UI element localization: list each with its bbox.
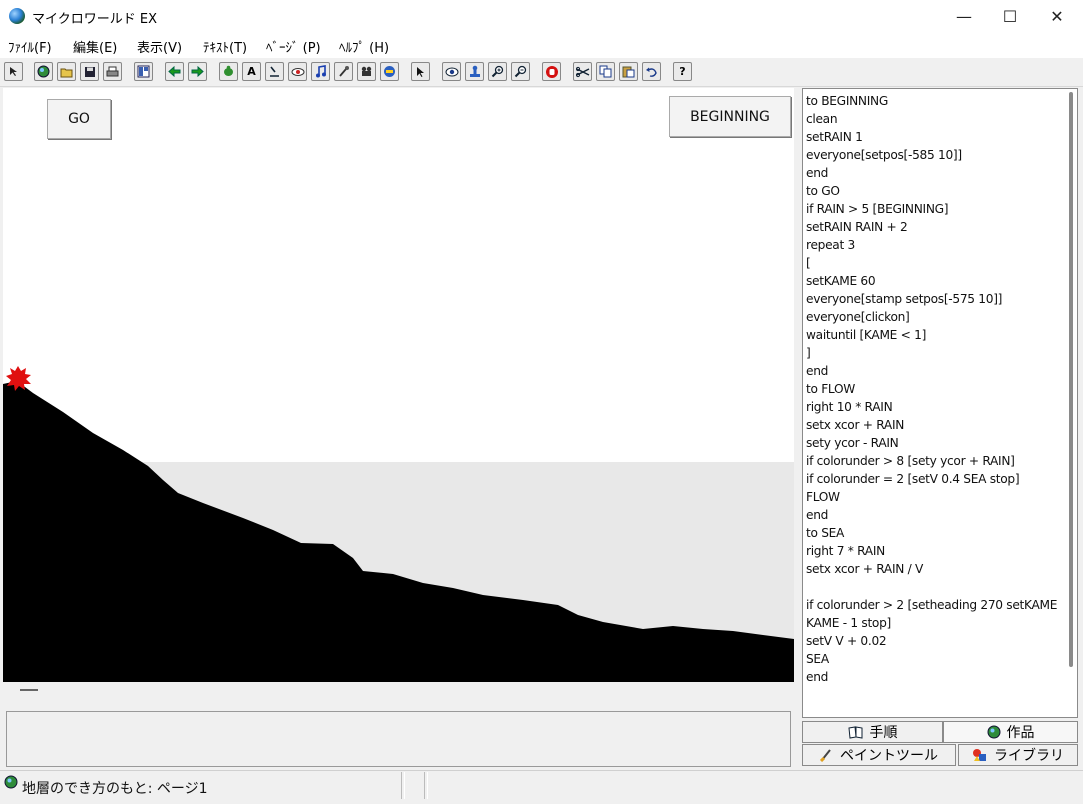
menu-text[interactable]: ﾃｷｽﾄ(T): [203, 37, 247, 56]
paste-icon[interactable]: [619, 62, 638, 81]
menu-view[interactable]: 表示(V): [137, 37, 182, 56]
menu-file[interactable]: ﾌｧｲﾙ(F): [8, 37, 52, 56]
page-layout-icon[interactable]: [134, 62, 153, 81]
menu-help[interactable]: ﾍﾙﾌﾟ (H): [339, 37, 389, 56]
code-line: end: [806, 364, 829, 378]
landscape-drawing: [3, 381, 794, 682]
microphone-icon[interactable]: [334, 62, 353, 81]
code-line: KAME - 1 stop]: [806, 616, 891, 630]
code-line: end: [806, 508, 829, 522]
code-line: right 10 * RAIN: [806, 400, 893, 414]
vertical-scrollbar[interactable]: [1069, 92, 1073, 667]
help-icon[interactable]: ?: [673, 62, 692, 81]
code-line: clean: [806, 112, 838, 126]
book-icon: [847, 726, 862, 739]
code-line: repeat 3: [806, 238, 855, 252]
code-line: if colorunder > 8 [sety ycor + RAIN]: [806, 454, 1015, 468]
code-line: [: [806, 256, 811, 270]
code-line: setx xcor + RAIN / V: [806, 562, 924, 576]
globe-icon: [4, 775, 18, 789]
title-bar: [0, 0, 1083, 33]
code-line: to SEA: [806, 526, 845, 540]
zoom-in-icon[interactable]: [488, 62, 507, 81]
paintbrush-icon: [820, 749, 831, 762]
code-line: setV V + 0.02: [806, 634, 887, 648]
text-box-icon[interactable]: A: [242, 62, 261, 81]
pointer-icon[interactable]: [411, 62, 430, 81]
cursor-arrow-icon[interactable]: [4, 62, 23, 81]
menu-page[interactable]: ﾍﾞｰｼﾞ (P): [266, 37, 321, 56]
window-title: マイクロワールド EX: [32, 12, 157, 27]
code-line: to BEGINNING: [806, 94, 888, 108]
status-page-name: 地層のでき方のもと: ページ1: [22, 781, 208, 797]
code-line: if colorunder = 2 [setV 0.4 SEA stop]: [806, 472, 1020, 486]
code-line: setRAIN 1: [806, 130, 863, 144]
maximize-button[interactable]: ☐: [987, 0, 1033, 33]
tab-paint-tools[interactable]: ペイントツール: [802, 744, 956, 766]
go-button[interactable]: GO: [47, 99, 111, 139]
robot-icon[interactable]: [380, 62, 399, 81]
code-line: right 7 * RAIN: [806, 544, 885, 558]
eye-icon[interactable]: [442, 62, 461, 81]
turtle-hatch-icon[interactable]: [219, 62, 238, 81]
back-arrow-icon[interactable]: [165, 62, 184, 81]
code-line: everyone[clickon]: [806, 310, 910, 324]
code-line: setRAIN RAIN + 2: [806, 220, 908, 234]
menu-edit[interactable]: 編集(E): [73, 37, 117, 56]
tab-procedures[interactable]: 手順: [802, 721, 943, 743]
code-line: everyone[stamp setpos[-575 10]]: [806, 292, 1003, 306]
code-line: sety ycor - RAIN: [806, 436, 899, 450]
tab-procedures-label: 手順: [869, 725, 898, 741]
code-line: SEA: [806, 652, 829, 666]
code-line: FLOW: [806, 490, 840, 504]
open-folder-icon[interactable]: [57, 62, 76, 81]
copy-icon[interactable]: [596, 62, 615, 81]
button-tool-icon[interactable]: [265, 62, 284, 81]
minimize-button[interactable]: —: [941, 0, 987, 33]
undo-icon[interactable]: [642, 62, 661, 81]
save-disk-icon[interactable]: [80, 62, 99, 81]
code-line: to FLOW: [806, 382, 856, 396]
music-note-icon[interactable]: [311, 62, 330, 81]
shapes-icon: [973, 749, 986, 761]
code-line: if colorunder > 2 [setheading 270 setKAM…: [806, 598, 1058, 612]
code-line: everyone[setpos[-585 10]]: [806, 148, 962, 162]
stop-hand-icon[interactable]: [542, 62, 561, 81]
code-line: end: [806, 670, 829, 684]
slider-icon[interactable]: [288, 62, 307, 81]
tab-works-label: 作品: [1006, 725, 1035, 741]
tab-library-label: ライブラリ: [994, 748, 1064, 764]
code-line: ]: [806, 346, 811, 360]
tab-works[interactable]: 作品: [943, 721, 1078, 743]
tab-library[interactable]: ライブラリ: [958, 744, 1078, 766]
close-button[interactable]: ✕: [1034, 0, 1080, 33]
code-line: if RAIN > 5 [BEGINNING]: [806, 202, 949, 216]
tab-paint-tools-label: ペイントツール: [840, 748, 938, 764]
print-icon[interactable]: [103, 62, 122, 81]
splitter-handle[interactable]: [20, 689, 38, 691]
video-icon[interactable]: [357, 62, 376, 81]
procedures-text[interactable]: to BEGINNING clean setRAIN 1 everyone[setpo…: [802, 88, 1078, 718]
code-lines: to BEGINNING clean setRAIN 1 everyone[setpo…: [806, 92, 1057, 686]
app-globe-icon: [9, 8, 25, 24]
code-line: waituntil [KAME < 1]: [806, 328, 927, 342]
globe-icon[interactable]: [34, 62, 53, 81]
globe-icon: [987, 725, 1000, 739]
turtle-icon[interactable]: [4, 364, 34, 394]
command-center[interactable]: [6, 711, 791, 767]
code-line: end: [806, 166, 829, 180]
forward-arrow-icon[interactable]: [188, 62, 207, 81]
stamp-icon[interactable]: [465, 62, 484, 81]
status-divider: [401, 772, 405, 799]
zoom-out-icon[interactable]: [511, 62, 530, 81]
status-divider: [424, 772, 428, 799]
code-line: to GO: [806, 184, 840, 198]
cut-icon[interactable]: [573, 62, 592, 81]
beginning-button[interactable]: BEGINNING: [669, 96, 791, 137]
code-line: setx xcor + RAIN: [806, 418, 905, 432]
code-line: setKAME 60: [806, 274, 876, 288]
page-canvas[interactable]: [3, 88, 794, 682]
canvas-footer: [3, 682, 794, 710]
